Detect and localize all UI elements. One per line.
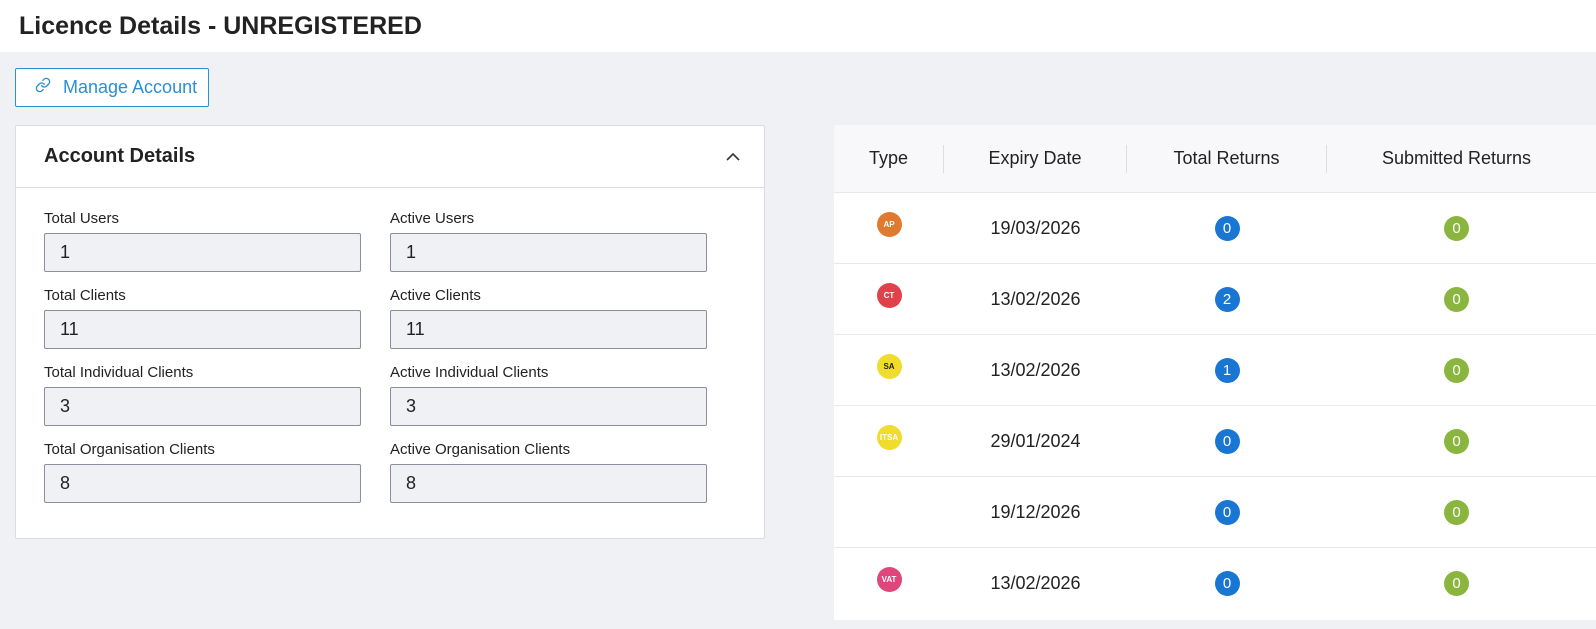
submitted-returns-cell: 0	[1327, 357, 1586, 383]
type-cell: AP	[834, 211, 944, 237]
type-cell: VAT	[834, 567, 944, 592]
total-clients-label: Total Clients	[44, 287, 126, 304]
manage-account-label: Manage Account	[63, 77, 198, 97]
total-clients-field[interactable]	[44, 310, 361, 349]
page-title: Licence Details - UNREGISTERED	[19, 12, 422, 40]
total-organisation-clients-field[interactable]	[44, 464, 361, 503]
submitted-returns-badge: 0	[1444, 571, 1469, 596]
type-badge: SA	[876, 353, 902, 379]
total-returns-cell: 0	[1127, 571, 1327, 596]
manage-account-button[interactable]: Manage Account	[15, 68, 209, 107]
submitted-returns-badge: 0	[1444, 215, 1469, 241]
submitted-returns-badge: 0	[1444, 499, 1469, 525]
table-header: Type Expiry Date Total Returns Submitted…	[834, 125, 1596, 193]
table-row[interactable]: CT 13/02/2026 2 0	[834, 264, 1596, 335]
type-badge: ITSA	[876, 424, 902, 450]
submitted-returns-cell: 0	[1327, 571, 1586, 596]
total-returns-badge: 0	[1214, 499, 1240, 525]
total-individual-clients-field[interactable]	[44, 387, 361, 426]
total-returns-cell: 2	[1127, 286, 1327, 312]
field-total-users: Total Users	[44, 210, 361, 272]
link-icon	[35, 77, 51, 98]
field-active-clients: Active Clients	[390, 287, 707, 349]
active-individual-clients-label: Active Individual Clients	[390, 364, 549, 381]
page-header: Licence Details - UNREGISTERED	[0, 0, 1596, 52]
submitted-returns-badge: 0	[1444, 428, 1469, 454]
total-individual-clients-label: Total Individual Clients	[44, 364, 194, 381]
type-badge: CT	[876, 282, 902, 308]
field-active-organisation-clients: Active Organisation Clients	[390, 441, 707, 503]
submitted-returns-cell: 0	[1327, 215, 1586, 241]
total-returns-badge: 0	[1214, 428, 1240, 454]
type-cell: CT	[834, 282, 944, 308]
licence-table: Type Expiry Date Total Returns Submitted…	[834, 125, 1596, 620]
active-users-field[interactable]	[390, 233, 707, 272]
expiry-date: 19/03/2026	[990, 217, 1081, 238]
table-row[interactable]: AP 19/03/2026 0 0	[834, 193, 1596, 264]
total-users-label: Total Users	[44, 210, 120, 227]
column-header-expiry-date[interactable]: Expiry Date	[944, 144, 1127, 173]
field-total-organisation-clients: Total Organisation Clients	[44, 441, 361, 503]
type-badge: AP	[876, 211, 902, 237]
active-individual-clients-field[interactable]	[390, 387, 707, 426]
total-returns-badge: 2	[1214, 286, 1240, 312]
active-organisation-clients-field[interactable]	[390, 464, 707, 503]
type-badge: VAT	[876, 567, 902, 592]
chevron-up-icon[interactable]	[722, 146, 744, 168]
active-clients-label: Active Clients	[390, 287, 481, 304]
account-details-header[interactable]: Account Details	[16, 126, 764, 188]
total-returns-badge: 0	[1214, 215, 1240, 241]
field-active-individual-clients: Active Individual Clients	[390, 364, 707, 426]
expiry-date: 19/12/2026	[990, 501, 1081, 522]
table-row[interactable]: 19/12/2026 0 0	[834, 477, 1596, 548]
table-row[interactable]: ITSA 29/01/2024 0 0	[834, 406, 1596, 477]
active-organisation-clients-label: Active Organisation Clients	[390, 441, 571, 458]
submitted-returns-badge: 0	[1444, 357, 1469, 383]
total-returns-cell: 0	[1127, 428, 1327, 454]
total-users-field[interactable]	[44, 233, 361, 272]
column-header-type[interactable]: Type	[834, 144, 944, 173]
total-returns-badge: 1	[1214, 357, 1240, 383]
total-returns-cell: 1	[1127, 357, 1327, 383]
field-active-users: Active Users	[390, 210, 707, 272]
expiry-date: 29/01/2024	[990, 430, 1081, 451]
table-row[interactable]: SA 13/02/2026 1 0	[834, 335, 1596, 406]
submitted-returns-cell: 0	[1327, 428, 1586, 454]
total-organisation-clients-label: Total Organisation Clients	[44, 441, 215, 458]
total-returns-cell: 0	[1127, 499, 1327, 525]
table-row[interactable]: VAT 13/02/2026 0 0	[834, 548, 1596, 619]
expiry-date: 13/02/2026	[990, 288, 1081, 309]
column-header-total-returns[interactable]: Total Returns	[1127, 144, 1327, 173]
total-returns-cell: 0	[1127, 215, 1327, 241]
active-users-label: Active Users	[390, 210, 475, 227]
submitted-returns-badge: 0	[1444, 286, 1469, 312]
submitted-returns-cell: 0	[1327, 286, 1586, 312]
expiry-date: 13/02/2026	[990, 573, 1081, 593]
submitted-returns-cell: 0	[1327, 499, 1586, 525]
account-fields: Total Users Active Users Total Clients A…	[44, 210, 707, 503]
type-cell: ITSA	[834, 424, 944, 450]
active-clients-field[interactable]	[390, 310, 707, 349]
total-returns-badge: 0	[1214, 571, 1240, 596]
expiry-date: 13/02/2026	[990, 359, 1081, 380]
account-details-title: Account Details	[44, 145, 196, 167]
account-details-card: Account Details Total Users Active Users…	[15, 125, 765, 539]
column-header-submitted-returns[interactable]: Submitted Returns	[1327, 145, 1586, 173]
field-total-individual-clients: Total Individual Clients	[44, 364, 361, 426]
field-total-clients: Total Clients	[44, 287, 361, 349]
type-cell: SA	[834, 353, 944, 379]
